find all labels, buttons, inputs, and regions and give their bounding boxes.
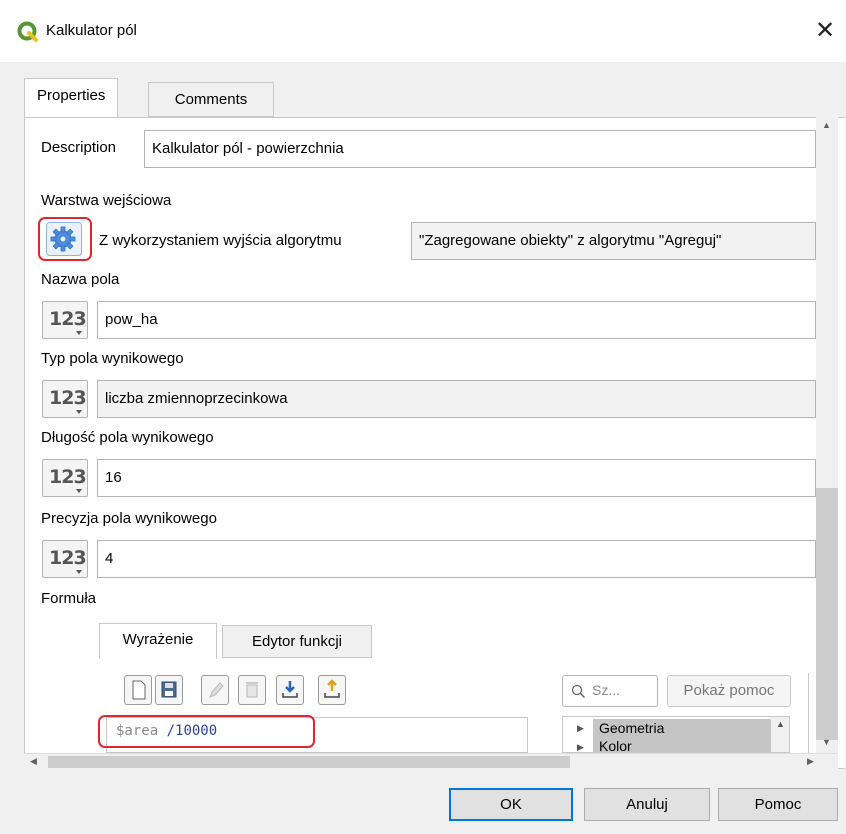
- help-button[interactable]: Pomoc: [718, 788, 838, 821]
- scroll-thumb[interactable]: [816, 488, 838, 740]
- import-icon[interactable]: [276, 675, 304, 705]
- search-placeholder: Sz...: [592, 682, 621, 698]
- gear-icon[interactable]: [46, 222, 82, 256]
- tree-scrollbar[interactable]: ▲: [771, 717, 789, 752]
- field-type-expression-button[interactable]: 123: [42, 380, 88, 418]
- help-panel-edge: [808, 673, 816, 753]
- expand-arrow-icon[interactable]: ▶: [577, 742, 584, 752]
- tab-comments[interactable]: Comments: [148, 82, 274, 117]
- save-icon[interactable]: [155, 675, 183, 705]
- scroll-up-icon[interactable]: ▲: [776, 719, 785, 729]
- field-type-combo[interactable]: liczba zmiennoprzecinkowa: [97, 380, 816, 418]
- window-title: Kalkulator pól: [46, 22, 137, 39]
- description-field[interactable]: Kalkulator pól - powierzchnia: [144, 130, 816, 168]
- delete-icon: [238, 675, 266, 705]
- close-button[interactable]: ✕: [808, 14, 842, 48]
- search-input[interactable]: Sz...: [562, 675, 658, 707]
- field-length-label: Długość pola wynikowego: [41, 429, 214, 446]
- formula-label: Formuła: [41, 590, 97, 607]
- export-icon[interactable]: [318, 675, 346, 705]
- field-name-expression-button[interactable]: 123: [42, 301, 88, 339]
- tree-item-color[interactable]: Kolor: [599, 738, 632, 752]
- new-file-icon[interactable]: [124, 675, 152, 705]
- field-length-expression-button[interactable]: 123: [42, 459, 88, 497]
- scroll-right-icon[interactable]: ▶: [807, 756, 814, 767]
- field-name-label: Nazwa pola: [41, 271, 120, 288]
- expression-text: $area /10000: [116, 723, 218, 739]
- tab-expression[interactable]: Wyrażenie: [99, 623, 217, 659]
- expand-arrow-icon[interactable]: ▶: [577, 723, 584, 734]
- search-icon: [571, 684, 586, 699]
- dialog-window: Kalkulator pól ✕ Properties Comments Des…: [0, 0, 846, 834]
- title-bar: Kalkulator pól ✕: [0, 0, 846, 62]
- field-precision-label: Precyzja pola wynikowego: [41, 510, 217, 527]
- edit-icon: [201, 675, 229, 705]
- ok-button[interactable]: OK: [449, 788, 573, 821]
- panel-horizontal-scrollbar[interactable]: ◀ ▶: [24, 753, 838, 770]
- input-source-text: Z wykorzystaniem wyjścia algorytmu: [99, 232, 342, 249]
- scroll-up-icon[interactable]: ▲: [822, 120, 831, 130]
- input-layer-combo[interactable]: "Zagregowane obiekty" z algorytmu "Agreg…: [411, 222, 816, 260]
- input-layer-label: Warstwa wejściowa: [41, 192, 172, 209]
- field-type-label: Typ pola wynikowego: [41, 350, 184, 367]
- tab-function-editor[interactable]: Edytor funkcji: [222, 625, 372, 658]
- function-tree[interactable]: ▶ Geometria ▶ Kolor ▲: [562, 716, 790, 753]
- tab-properties[interactable]: Properties: [24, 78, 119, 118]
- h-scroll-thumb[interactable]: [48, 756, 570, 768]
- description-label: Description: [41, 139, 117, 156]
- scroll-left-icon[interactable]: ◀: [30, 756, 37, 767]
- field-precision-input[interactable]: 4: [97, 540, 816, 578]
- field-precision-expression-button[interactable]: 123: [42, 540, 88, 578]
- tree-item-geometry[interactable]: Geometria: [599, 720, 664, 736]
- cancel-button[interactable]: Anuluj: [584, 788, 710, 821]
- show-help-button[interactable]: Pokaż pomoc: [667, 675, 791, 707]
- panel-vertical-scrollbar[interactable]: ▲ ▼: [816, 117, 838, 769]
- scroll-down-icon[interactable]: ▼: [822, 737, 831, 747]
- qgis-logo-icon: [17, 21, 38, 42]
- field-length-input[interactable]: 16: [97, 459, 816, 497]
- field-name-input[interactable]: pow_ha: [97, 301, 816, 339]
